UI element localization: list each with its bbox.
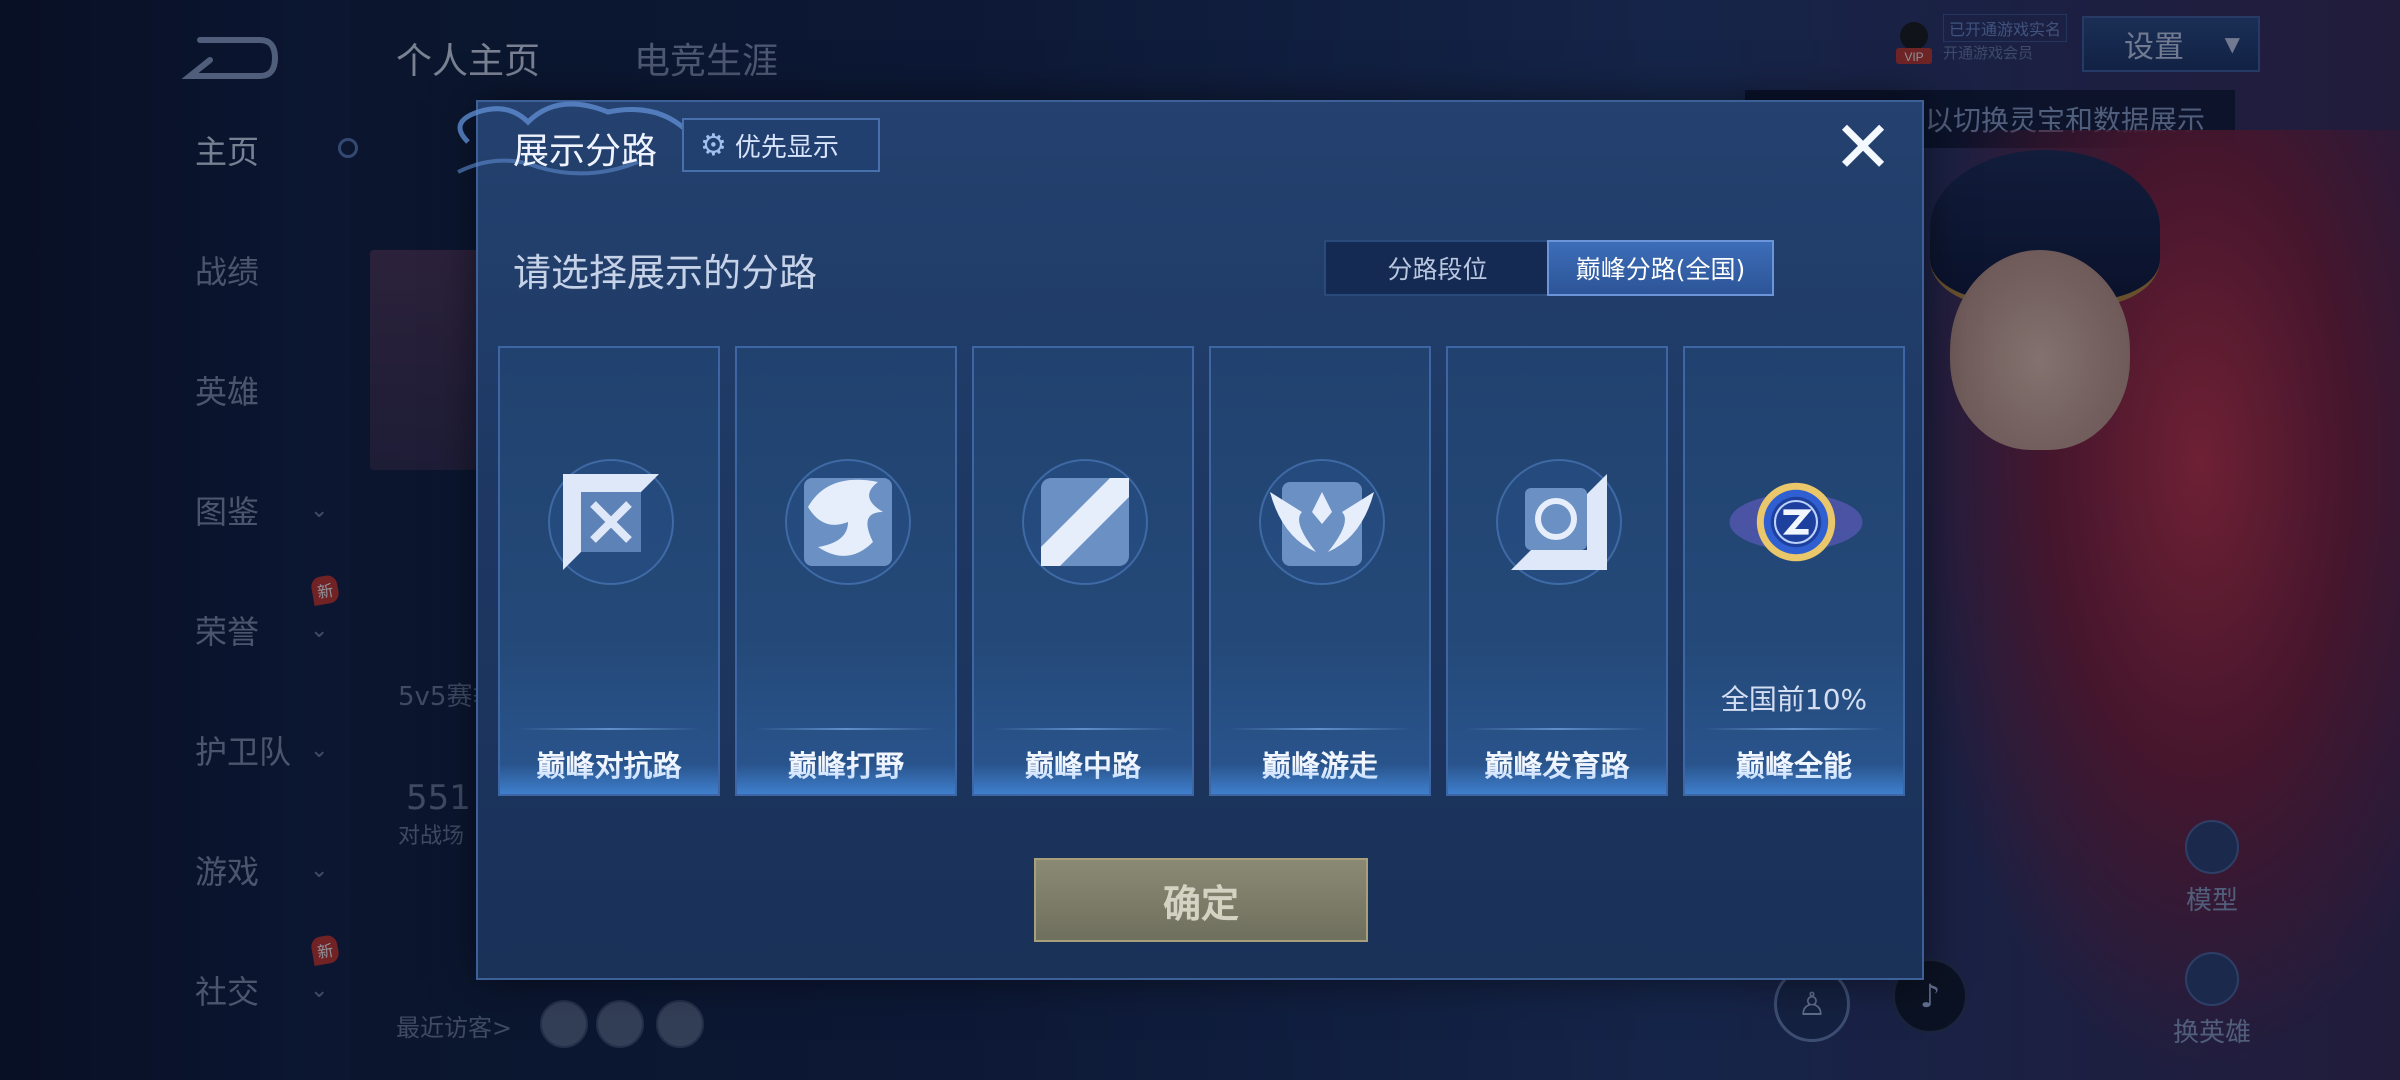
card-glow [500,764,718,794]
lane-card[interactable]: 全国前10%巅峰全能 [1683,346,1905,796]
confirm-button[interactable]: 确定 [1034,858,1368,942]
clash-lane-icon [548,459,674,585]
farm-lane-icon [1496,459,1622,585]
lane-card[interactable]: 巅峰游走 [1209,346,1431,796]
roam-icon [1259,459,1385,585]
lane-card[interactable]: 巅峰中路 [972,346,1194,796]
all-round-icon [1729,482,1863,562]
card-divider [755,728,937,730]
card-divider [1466,728,1648,730]
card-glow [1448,764,1666,794]
select-lane-prompt: 请选择展示的分路 [513,251,818,295]
jungle-icon [785,459,911,585]
lane-card[interactable]: 巅峰对抗路 [498,346,720,796]
segment-lane-rank[interactable]: 分路段位 [1326,242,1549,294]
card-glow [1685,764,1903,794]
lane-rank-text: 全国前10% [1720,683,1868,716]
card-divider [1703,728,1885,730]
segment-peak-lane-national[interactable]: 巅峰分路(全国) [1547,240,1774,296]
lane-card-list: 巅峰对抗路巅峰打野巅峰中路巅峰游走巅峰发育路全国前10%巅峰全能 [498,346,1908,796]
card-glow [1211,764,1429,794]
dialog-title: 展示分路 [513,131,658,172]
card-glow [974,764,1192,794]
lane-mode-toggle: 分路段位 巅峰分路(全国) [1324,240,1774,296]
card-divider [992,728,1174,730]
lane-display-dialog: 展示分路 ⚙ 优先显示 ✕ 请选择展示的分路 分路段位 巅峰分路(全国) 巅峰对… [457,100,1924,980]
lane-card[interactable]: 巅峰打野 [735,346,957,796]
gear-icon: ⚙ [700,127,727,163]
card-glow [737,764,955,794]
priority-display-button[interactable]: ⚙ 优先显示 [682,118,880,172]
card-divider [1229,728,1411,730]
lane-card[interactable]: 巅峰发育路 [1446,346,1668,796]
close-icon[interactable]: ✕ [1828,111,1898,183]
priority-label: 优先显示 [734,132,839,163]
card-divider [518,728,700,730]
mid-lane-icon [1022,459,1148,585]
